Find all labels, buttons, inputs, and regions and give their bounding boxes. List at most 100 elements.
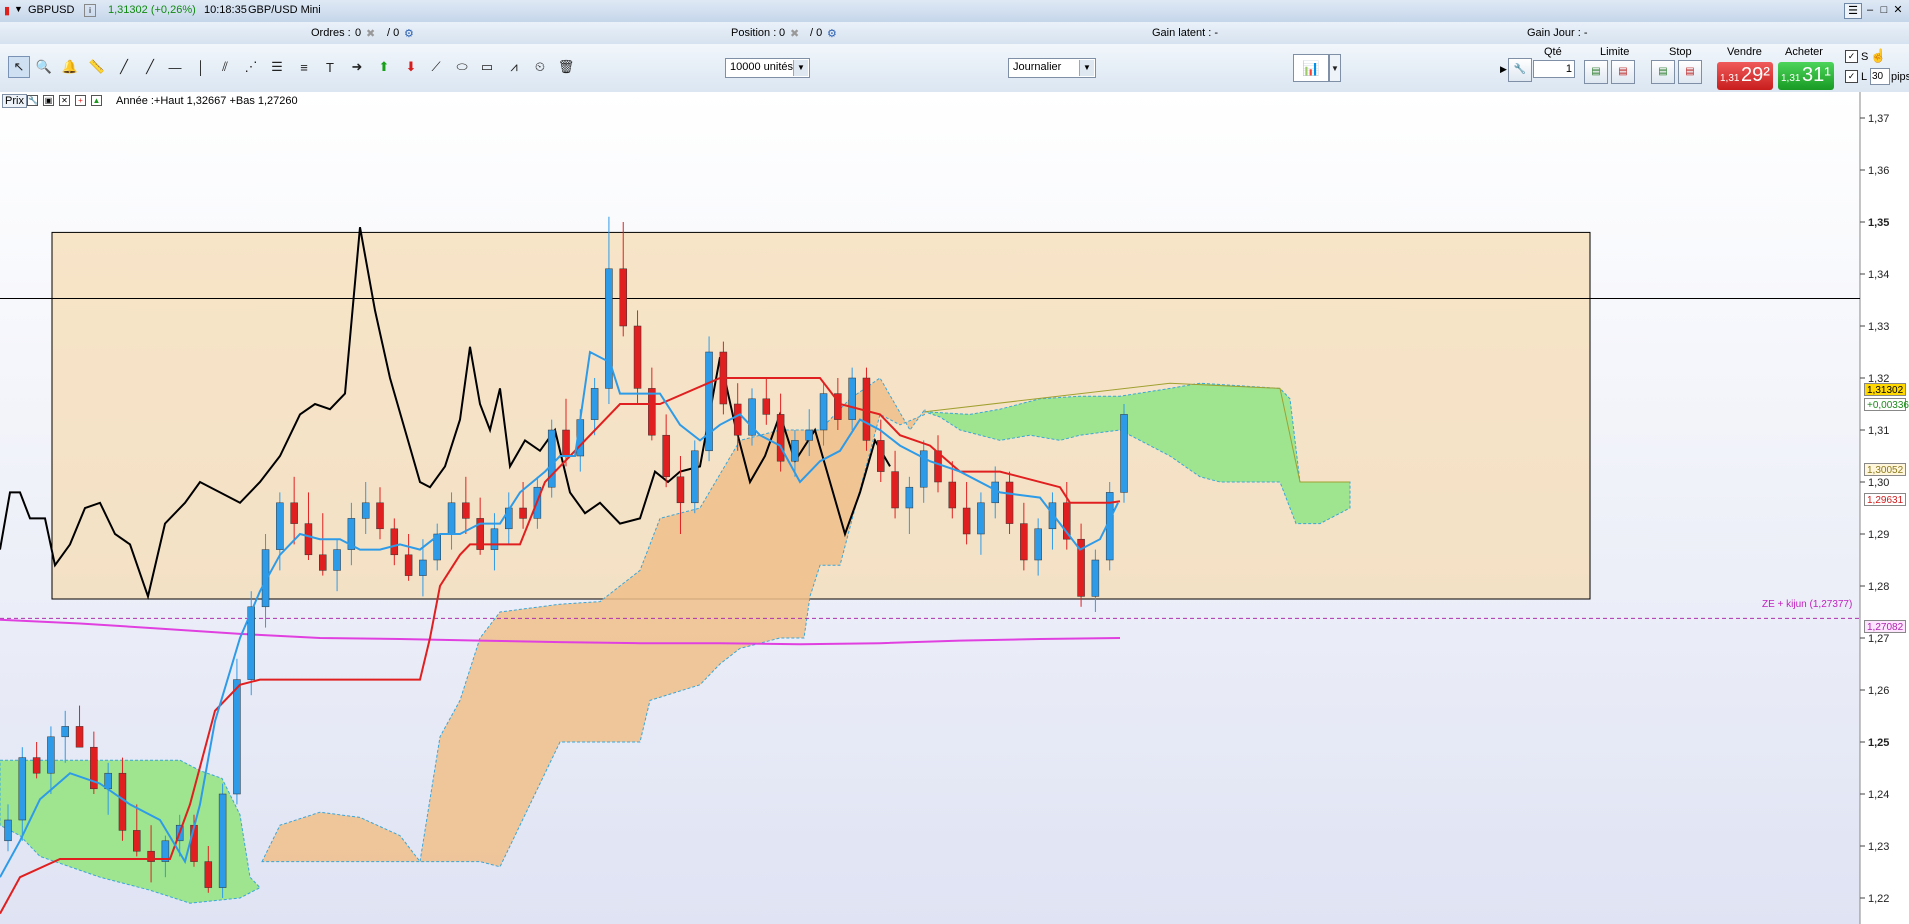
y-tick-label: 1,25 bbox=[1868, 737, 1889, 749]
clock-tool-icon[interactable]: ⏲ bbox=[529, 56, 551, 78]
buy-stop-icon[interactable]: ▤ bbox=[1651, 60, 1675, 84]
candle-body bbox=[147, 850, 155, 862]
buy-button[interactable]: 1,31 31¹ bbox=[1778, 62, 1834, 90]
ruler-icon[interactable]: 📏 bbox=[86, 56, 108, 78]
y-tick-label: 1,26 bbox=[1868, 685, 1889, 697]
candle-body bbox=[619, 268, 627, 327]
candle-body bbox=[633, 325, 642, 389]
pointer-icon[interactable]: ↖ bbox=[8, 56, 30, 78]
quantity-select[interactable]: 10000 unités ▼ bbox=[725, 58, 810, 78]
ma-tag: 1,27082 bbox=[1864, 620, 1906, 633]
properties-icon[interactable]: 🔧 bbox=[27, 95, 38, 106]
stop-label: Stop bbox=[1669, 46, 1692, 58]
candle-body bbox=[390, 528, 399, 556]
candle-body bbox=[18, 757, 27, 821]
l-checkbox[interactable]: ✓ bbox=[1845, 70, 1858, 83]
candle-body bbox=[805, 429, 813, 441]
ellipse-icon[interactable]: ⬭ bbox=[451, 56, 473, 78]
trash-icon[interactable]: 🗑 bbox=[555, 56, 577, 78]
candle-body bbox=[4, 819, 12, 842]
chevron-down-icon[interactable]: ▼ bbox=[14, 4, 23, 14]
close-icon[interactable]: ✕ bbox=[1890, 3, 1906, 17]
segment-icon[interactable]: ╱ bbox=[113, 56, 135, 78]
qty-input[interactable] bbox=[1533, 60, 1575, 78]
ssa-tag: 1,30052 bbox=[1864, 463, 1906, 476]
y-tick-label: 1,23 bbox=[1868, 841, 1889, 853]
y-tick-label: 1,36 bbox=[1868, 165, 1889, 177]
y-tick-label: 1,31 bbox=[1868, 425, 1889, 437]
line-icon[interactable]: ╱ bbox=[139, 56, 161, 78]
price-change: 1,31302 (+0,26%) bbox=[108, 4, 196, 16]
chart-header: Prix 🔧 ▣ ✕ + ▲ Année :+Haut 1,32667 +Bas… bbox=[0, 93, 1860, 109]
position-settings-icon[interactable]: ⚙ bbox=[827, 27, 837, 40]
y-tick-label: 1,27 bbox=[1868, 633, 1889, 645]
sell-label: Vendre bbox=[1727, 46, 1762, 58]
channel-icon[interactable]: ⫽ bbox=[214, 56, 236, 78]
candle-body bbox=[276, 502, 284, 550]
arrow-down-icon[interactable]: ⬇ bbox=[400, 56, 422, 78]
order-panel: ▶ 🔧 Qté Limite ▤ ▤ Stop ▤ ▤ Vendre Achet… bbox=[1500, 46, 1909, 92]
prix-label[interactable]: Prix bbox=[2, 94, 27, 108]
candle-body bbox=[1034, 528, 1042, 561]
arrow-right-icon[interactable]: ➜ bbox=[346, 56, 368, 78]
symbol-label[interactable]: GBPUSD bbox=[28, 4, 74, 16]
candle-body bbox=[319, 554, 327, 571]
candle-body bbox=[1091, 559, 1100, 597]
title-bar: ▮ ▼ GBPUSD i 1,31302 (+0,26%) 10:18:35 G… bbox=[0, 0, 1909, 23]
chart-type-icon[interactable]: 📊 bbox=[1293, 54, 1329, 82]
instrument-name: GBP/USD Mini bbox=[248, 4, 321, 16]
chevron-down-icon[interactable]: ▼ bbox=[1079, 60, 1094, 76]
candle-body bbox=[691, 450, 699, 504]
chevron-right-icon[interactable]: ▶ bbox=[1500, 64, 1507, 75]
y-tick-label: 1,35 bbox=[1868, 217, 1889, 229]
candle-body bbox=[862, 377, 871, 441]
chevron-down-icon[interactable]: ▼ bbox=[793, 60, 808, 76]
candle-body bbox=[819, 393, 828, 431]
rectangle-icon[interactable]: ▭ bbox=[476, 56, 498, 78]
close-chart-icon[interactable]: ✕ bbox=[59, 95, 70, 106]
sell-limit-icon[interactable]: ▤ bbox=[1611, 60, 1635, 84]
delete-orders-icon[interactable]: ✖ bbox=[366, 27, 375, 40]
trend-tool-icon[interactable]: ⟋ bbox=[425, 56, 447, 78]
candle-body bbox=[605, 268, 613, 389]
vertical-line-icon[interactable]: │ bbox=[190, 56, 212, 78]
clock-time: 10:18:35 bbox=[204, 4, 247, 16]
text-icon[interactable]: T bbox=[319, 56, 341, 78]
orders-total: / 0 bbox=[387, 27, 400, 39]
horizontal-line-icon[interactable]: — bbox=[164, 56, 186, 78]
y-tick-label: 1,29 bbox=[1868, 529, 1889, 541]
buy-limit-icon[interactable]: ▤ bbox=[1584, 60, 1608, 84]
sell-stop-icon[interactable]: ▤ bbox=[1678, 60, 1702, 84]
s-checkbox[interactable]: ✓ bbox=[1845, 50, 1858, 63]
window-icon[interactable]: ▣ bbox=[43, 95, 54, 106]
orders-value: 0 bbox=[355, 27, 362, 39]
period-select[interactable]: Journalier ▼ bbox=[1008, 58, 1096, 78]
wrench-icon[interactable]: 🔧 bbox=[1508, 58, 1532, 82]
fan-icon[interactable]: ⋰ bbox=[240, 56, 262, 78]
sell-button[interactable]: 1,31 29² bbox=[1717, 62, 1773, 90]
candle-body bbox=[233, 679, 241, 795]
alarm-bell-icon[interactable]: 🔔 bbox=[59, 56, 81, 78]
fib-retracement-icon[interactable]: ≡ bbox=[293, 56, 315, 78]
zoom-icon[interactable]: 🔍 bbox=[33, 56, 55, 78]
chevron-down-icon[interactable]: ▼ bbox=[1329, 54, 1341, 82]
close-position-icon[interactable]: ✖ bbox=[790, 27, 799, 40]
arrow-up-icon[interactable]: ⬆ bbox=[373, 56, 395, 78]
price-chart[interactable]: 1,371,361,351,341,331,321,311,301,291,28… bbox=[0, 92, 1909, 924]
add-indicator-icon[interactable]: + bbox=[75, 95, 86, 106]
sell-price-big: 29² bbox=[1741, 64, 1770, 86]
pips-input[interactable] bbox=[1870, 68, 1890, 85]
fibonacci-icon[interactable]: ☰ bbox=[266, 56, 288, 78]
orders-settings-icon[interactable]: ⚙ bbox=[404, 27, 414, 40]
menu-icon[interactable]: ☰ bbox=[1844, 3, 1862, 19]
candle-body bbox=[676, 476, 685, 504]
ze-kijun-label: ZE + kijun (1,27377) bbox=[1762, 599, 1853, 610]
account-info-bar: Ordres : 0 ✖ / 0 ⚙ Position : 0 ✖ / 0 ⚙ … bbox=[0, 22, 1909, 45]
y-tick-label: 1,30 bbox=[1868, 477, 1889, 489]
buy-label: Acheter bbox=[1785, 46, 1823, 58]
candle-body bbox=[962, 507, 971, 535]
zigzag-icon[interactable]: ⩘ bbox=[503, 56, 525, 78]
y-tick-label: 1,37 bbox=[1868, 113, 1889, 125]
move-up-icon[interactable]: ▲ bbox=[91, 95, 102, 106]
info-icon[interactable]: i bbox=[84, 4, 96, 17]
